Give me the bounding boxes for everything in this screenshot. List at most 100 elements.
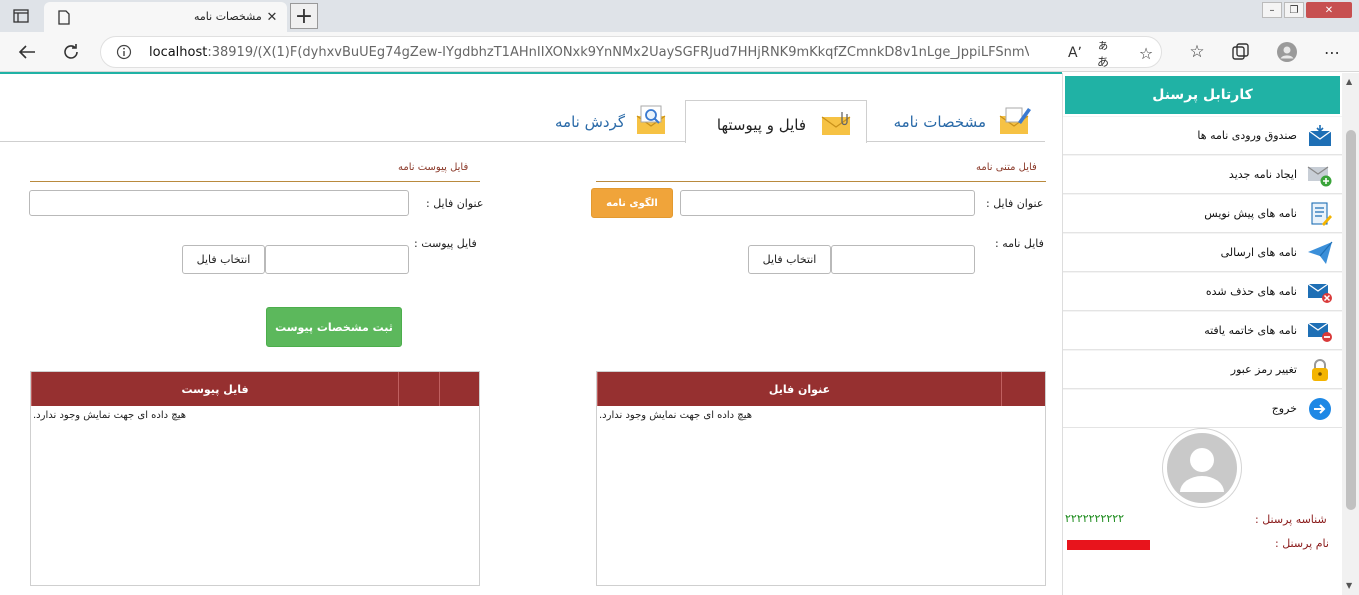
grid-header-action-cell bbox=[398, 372, 439, 406]
envelope-search-icon bbox=[636, 105, 666, 134]
sidebar-item-label: نامه های پیش نویس bbox=[1204, 207, 1297, 220]
browser-tab[interactable]: مشخصات نامه ✕ bbox=[44, 2, 287, 32]
tab-files-attachments[interactable]: فایل و پیوستها bbox=[685, 100, 867, 143]
attachment-choose-button[interactable]: انتخاب فایل bbox=[182, 245, 265, 274]
grid-header-cell: فایل پیوست bbox=[31, 372, 398, 406]
sidebar-item-drafts[interactable]: نامه های پیش نویس bbox=[1063, 194, 1343, 233]
tab-label: مشخصات نامه bbox=[893, 113, 986, 131]
close-tab-icon[interactable]: ✕ bbox=[264, 9, 280, 25]
submit-attachment-label: ثبت مشخصات پیوست bbox=[275, 320, 393, 334]
page-icon bbox=[56, 8, 72, 26]
template-button-label: الگوی نامه bbox=[606, 197, 658, 209]
attachment-grid-header: فایل پیوست bbox=[31, 372, 479, 406]
inbox-envelope-icon bbox=[1307, 124, 1333, 148]
submit-attachment-button[interactable]: ثبت مشخصات پیوست bbox=[266, 307, 402, 347]
new-envelope-icon bbox=[1307, 163, 1333, 187]
grid-header-action-cell bbox=[1001, 372, 1045, 406]
sidebar-item-sent[interactable]: نامه های ارسالی bbox=[1063, 233, 1343, 272]
personnel-id-label: شناسه پرسنل : bbox=[1255, 513, 1327, 526]
text-file-grid-header: عنوان فایل bbox=[597, 372, 1045, 406]
page-top-divider bbox=[0, 72, 1062, 74]
read-aloud-icon[interactable]: Aʼ bbox=[1064, 43, 1086, 63]
tabs-baseline bbox=[0, 141, 1045, 142]
personnel-id-value: ۲۲۲۲۲۲۲۲۲۲ bbox=[1065, 512, 1125, 525]
sidebar-item-label: تغییر رمز عبور bbox=[1230, 363, 1297, 376]
padlock-icon bbox=[1307, 358, 1333, 382]
attachment-file-label: فایل پیوست : bbox=[414, 237, 477, 250]
tab-label: فایل و پیوستها bbox=[716, 116, 806, 134]
close-window-icon[interactable]: ✕ bbox=[1306, 2, 1352, 18]
address-toolbar: localhost:38919/(X(1)F(dyhxvBuUEg74gZew-… bbox=[0, 32, 1359, 72]
sidebar-item-closed[interactable]: نامه های خاتمه یافته bbox=[1063, 311, 1343, 350]
text-file-section-title: فایل متنی نامه bbox=[976, 162, 1037, 173]
sidebar-header: کارتابل پرسنل bbox=[1065, 76, 1340, 114]
translate-label: ぁあ bbox=[1097, 38, 1110, 69]
sidebar-item-label: نامه های ارسالی bbox=[1220, 246, 1297, 259]
url-host: localhost bbox=[149, 45, 208, 60]
more-menu-icon[interactable]: ⋯ bbox=[1320, 40, 1344, 64]
sidebar-title: کارتابل پرسنل bbox=[1152, 87, 1253, 103]
attachment-grid-empty: هیچ داده ای جهت نمایش وجود ندارد. bbox=[33, 410, 187, 421]
scroll-down-icon[interactable]: ▼ bbox=[1346, 581, 1352, 590]
scroll-up-icon[interactable]: ▲ bbox=[1346, 77, 1352, 86]
attachment-section-line bbox=[30, 181, 480, 182]
profile-avatar-icon[interactable] bbox=[1275, 40, 1299, 64]
restore-icon[interactable]: ❐ bbox=[1284, 2, 1304, 18]
deleted-envelope-icon bbox=[1307, 280, 1333, 304]
read-aloud-label: Aʼ bbox=[1067, 45, 1083, 61]
attachment-title-label: عنوان فایل : bbox=[426, 197, 484, 210]
grid-header-action-cell bbox=[439, 372, 479, 406]
url-path: :38919/(X(1)F(dyhxvBuUEg74gZew-IYgdbhzT1… bbox=[207, 45, 1029, 60]
sidebar-item-inbox[interactable]: صندوق ورودی نامه ها bbox=[1063, 116, 1343, 155]
sidebar-item-label: صندوق ورودی نامه ها bbox=[1197, 129, 1297, 142]
tab-label: گردش نامه bbox=[555, 113, 625, 131]
attachment-section-title: فایل پیوست نامه bbox=[398, 162, 469, 173]
sidebar-item-deleted[interactable]: نامه های حذف شده bbox=[1063, 272, 1343, 311]
refresh-icon[interactable] bbox=[58, 40, 84, 64]
back-icon[interactable] bbox=[14, 40, 40, 64]
sidebar-item-logout[interactable]: خروج bbox=[1063, 389, 1343, 428]
scrollbar-thumb[interactable] bbox=[1346, 130, 1356, 510]
sidebar-item-label: نامه های حذف شده bbox=[1205, 285, 1297, 298]
new-tab-button[interactable]: + bbox=[290, 3, 318, 29]
browser-tab-bar: مشخصات نامه ✕ + – ❐ ✕ bbox=[0, 0, 1359, 32]
tab-title: مشخصات نامه bbox=[194, 10, 262, 23]
attachment-path-input[interactable] bbox=[265, 245, 409, 274]
text-file-grid-empty: هیچ داده ای جهت نمایش وجود ندارد. bbox=[599, 410, 753, 421]
sidebar: کارتابل پرسنل صندوق ورودی نامه ها ایجاد … bbox=[1062, 73, 1343, 595]
text-file-path-input[interactable] bbox=[831, 245, 975, 274]
choose-button-label: انتخاب فایل bbox=[762, 253, 817, 266]
site-info-icon[interactable] bbox=[115, 43, 133, 61]
grid-header-cell: عنوان فایل bbox=[597, 372, 1001, 406]
attachment-title-input[interactable] bbox=[29, 190, 409, 216]
text-file-title-label: عنوان فایل : bbox=[986, 197, 1044, 210]
paper-plane-icon bbox=[1307, 241, 1333, 265]
sidebar-item-new-letter[interactable]: ایجاد نامه جدید bbox=[1063, 155, 1343, 194]
favorites-icon[interactable]: ☆ bbox=[1184, 40, 1210, 64]
personnel-name-redacted bbox=[1067, 540, 1150, 550]
choose-button-label: انتخاب فایل bbox=[196, 253, 251, 266]
attachment-grid: فایل پیوست هیچ داده ای جهت نمایش وجود ند… bbox=[30, 371, 480, 586]
letter-edit-icon bbox=[999, 107, 1031, 134]
add-favorite-icon[interactable]: ☆ bbox=[1135, 43, 1157, 63]
grid-header-title: فایل پیوست bbox=[181, 382, 249, 396]
envelope-clip-icon bbox=[821, 112, 851, 135]
text-file-title-input[interactable] bbox=[680, 190, 975, 216]
collections-icon[interactable] bbox=[1228, 40, 1254, 64]
grid-header-title: عنوان فایل bbox=[768, 382, 831, 396]
text-file-choose-button[interactable]: انتخاب فایل bbox=[748, 245, 831, 274]
letter-template-button[interactable]: الگوی نامه bbox=[591, 188, 673, 218]
closed-envelope-icon bbox=[1307, 319, 1333, 343]
text-file-section-line bbox=[596, 181, 1046, 182]
tab-letter-flow[interactable]: گردش نامه bbox=[527, 101, 677, 141]
tab-actions-icon[interactable] bbox=[10, 6, 32, 26]
address-bar[interactable]: localhost:38919/(X(1)F(dyhxvBuUEg74gZew-… bbox=[100, 36, 1162, 69]
draft-document-icon bbox=[1307, 202, 1333, 226]
sidebar-item-label: خروج bbox=[1271, 402, 1297, 415]
translate-icon[interactable]: ぁあ bbox=[1097, 38, 1119, 69]
minimize-icon[interactable]: – bbox=[1262, 2, 1282, 18]
avatar bbox=[1162, 428, 1242, 508]
sidebar-item-change-password[interactable]: تغییر رمز عبور bbox=[1063, 350, 1343, 389]
tab-letter-details[interactable]: مشخصات نامه bbox=[868, 101, 1038, 141]
exit-arrow-icon bbox=[1307, 397, 1333, 421]
